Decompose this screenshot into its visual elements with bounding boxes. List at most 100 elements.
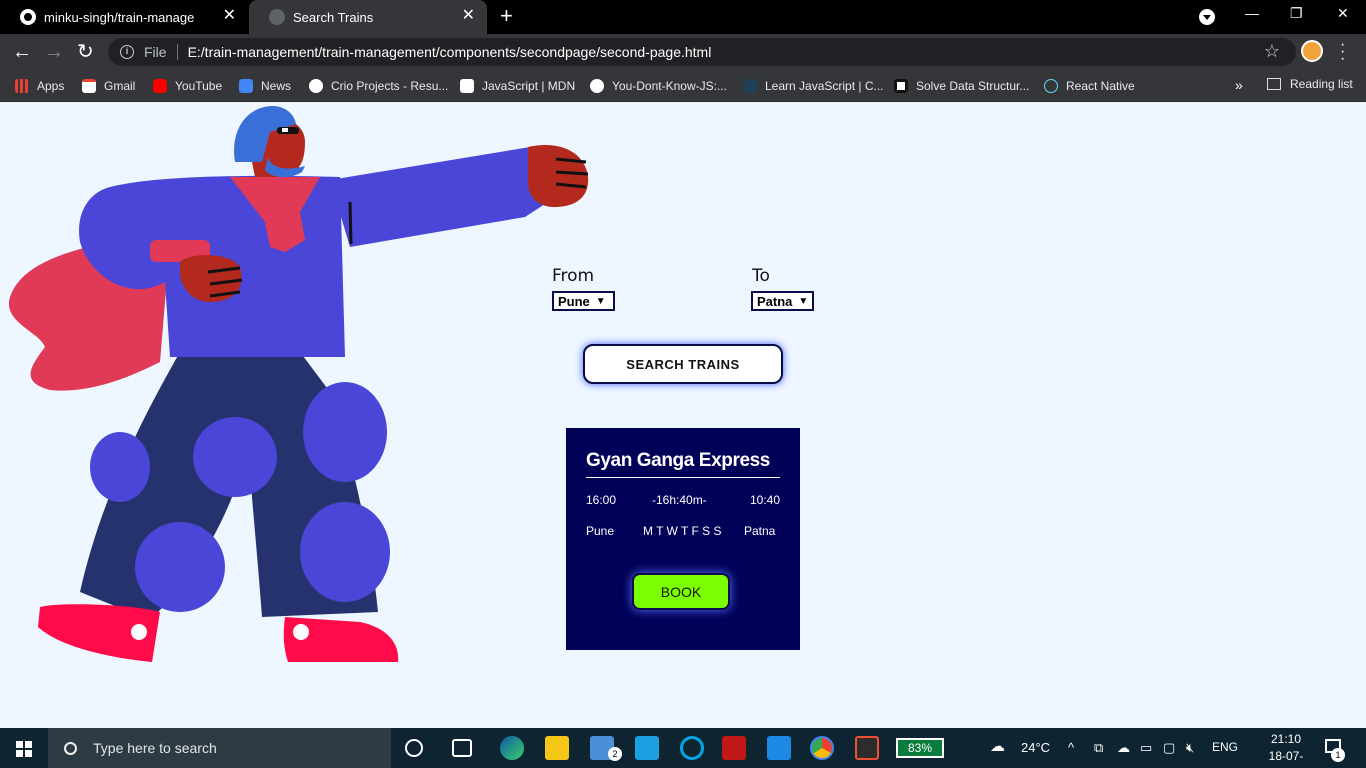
reload-icon[interactable]: ↻ — [77, 40, 94, 64]
battery-indicator[interactable]: 83% — [896, 738, 944, 758]
close-tab-icon[interactable]: ✕ — [223, 8, 236, 24]
book-button[interactable]: BOOK — [632, 573, 730, 610]
reading-list-button[interactable]: Reading list — [1267, 77, 1353, 91]
window-close-icon[interactable]: ✕ — [1337, 5, 1349, 22]
bookmark-label: Solve Data Structur... — [916, 79, 1030, 93]
bookmark-label: You-Dont-Know-JS:... — [612, 79, 727, 93]
menu-icon[interactable]: · · · — [1340, 37, 1346, 67]
mcafee-icon[interactable] — [722, 736, 746, 760]
journey-duration: -16h:40m- — [652, 493, 707, 507]
url-separator — [176, 44, 178, 60]
bookmark-ydkjs[interactable]: You-Dont-Know-JS:... — [590, 77, 727, 95]
language-indicator[interactable]: ENG — [1212, 740, 1238, 754]
bookmark-gmail[interactable]: Gmail — [82, 77, 135, 95]
volume-muted-icon[interactable]: 🔇︎ — [1186, 740, 1194, 756]
destination-station: Patna — [744, 524, 776, 538]
to-select-value: Patna — [757, 293, 793, 309]
chrome-icon[interactable] — [810, 736, 834, 760]
onedrive-icon[interactable]: ☁ — [1117, 740, 1130, 756]
vscode-icon[interactable] — [767, 736, 791, 760]
tab-label: minku-singh/train-management — [44, 9, 194, 25]
crio-icon — [309, 79, 323, 93]
tab-strip: minku-singh/train-management ✕ Search Tr… — [0, 0, 1366, 34]
battery-tray-icon[interactable]: ▭ — [1140, 740, 1152, 756]
reading-list-label: Reading list — [1290, 77, 1353, 91]
news-icon — [239, 79, 253, 93]
chevron-down-icon: ▼ — [798, 295, 809, 307]
bookmarks-overflow-icon[interactable]: » — [1235, 77, 1243, 93]
bookmark-label: Gmail — [104, 79, 136, 93]
restore-icon[interactable]: ❐ — [1290, 5, 1303, 22]
train-result-card: Gyan Ganga Express 16:00 -16h:40m- 10:40… — [566, 428, 800, 650]
search-icon — [64, 741, 77, 755]
windows-taskbar: Type here to search 2 83% ☁ 24°C ^ ⧉ ☁ ▭… — [0, 728, 1366, 768]
git-icon[interactable] — [855, 736, 879, 760]
weather-temperature[interactable]: 24°C — [1021, 740, 1050, 755]
page-content: From Pune ▼ To Patna ▼ SEARCH TRAINS Gya… — [0, 102, 1366, 728]
github-icon — [20, 9, 36, 25]
codecademy-icon — [743, 79, 757, 93]
from-select-value: Pune — [558, 293, 590, 309]
react-icon — [1044, 79, 1058, 93]
new-tab-icon[interactable]: + — [500, 5, 513, 27]
close-tab-icon[interactable]: ✕ — [462, 8, 475, 24]
bookmark-label: React Native — [1066, 79, 1135, 93]
tab-search-dropdown-icon[interactable] — [1199, 9, 1215, 25]
lens-app-icon[interactable] — [635, 736, 659, 760]
bookmark-label: Learn JavaScript | C... — [765, 79, 884, 93]
from-select[interactable]: Pune ▼ — [552, 291, 615, 311]
notification-count: 1 — [1331, 748, 1345, 762]
network-icon[interactable]: ▢ — [1163, 740, 1175, 756]
cortana-icon[interactable] — [405, 739, 423, 757]
alexa-icon[interactable] — [680, 736, 704, 760]
superhero-illustration — [8, 106, 589, 662]
to-select[interactable]: Patna ▼ — [751, 291, 814, 311]
bookmark-youtube[interactable]: YouTube — [153, 77, 222, 95]
bookmark-learn-js[interactable]: Learn JavaScript | C... — [743, 77, 884, 95]
hackerrank-icon — [894, 79, 908, 93]
bookmark-label: YouTube — [175, 79, 223, 93]
edge-icon[interactable] — [500, 736, 524, 760]
source-station: Pune — [586, 524, 615, 538]
tab-label: Search Trains — [293, 9, 374, 25]
file-explorer-icon[interactable] — [545, 736, 569, 760]
tab-github[interactable]: minku-singh/train-management ✕ — [0, 0, 248, 34]
chevron-up-icon[interactable]: ^ — [1068, 740, 1074, 755]
bookmark-label: News — [261, 79, 292, 93]
minimize-icon[interactable]: — — [1245, 5, 1259, 21]
bookmark-mdn[interactable]: JavaScript | MDN — [460, 77, 575, 95]
profile-avatar[interactable] — [1301, 40, 1323, 62]
meet-now-icon[interactable]: ⧉ — [1094, 740, 1103, 756]
url-scheme: File — [144, 44, 167, 60]
github-icon — [590, 79, 604, 93]
browser-toolbar: ← → ↻ i File E:/train-management/train-m… — [0, 34, 1366, 70]
url-text[interactable]: E:/train-management/train-management/com… — [188, 44, 712, 60]
info-icon[interactable]: i — [120, 45, 134, 59]
system-clock[interactable]: 21:10 18-07-2021 — [1256, 731, 1316, 768]
clock-date: 18-07-2021 — [1268, 749, 1304, 768]
from-label: From — [552, 266, 595, 286]
forward-icon[interactable]: → — [44, 40, 64, 64]
bookmark-label: Apps — [37, 79, 65, 93]
train-name: Gyan Ganga Express — [586, 450, 770, 471]
mdn-icon — [460, 79, 474, 93]
tab-search-trains[interactable]: Search Trains ✕ — [249, 0, 487, 34]
bookmark-crio[interactable]: Crio Projects - Resu... — [309, 77, 448, 95]
weather-cloud-icon[interactable]: ☁ — [990, 737, 1005, 755]
bookmark-hackerrank[interactable]: Solve Data Structur... — [894, 77, 1029, 95]
taskbar-search[interactable]: Type here to search — [48, 728, 391, 768]
taskbar-search-placeholder: Type here to search — [93, 740, 217, 756]
bookmark-react-native[interactable]: React Native — [1044, 77, 1135, 95]
mail-badge: 2 — [608, 747, 622, 761]
bookmark-news[interactable]: News — [239, 77, 291, 95]
bookmark-star-icon[interactable]: ☆ — [1264, 41, 1280, 62]
bookmark-apps[interactable]: Apps — [15, 77, 64, 95]
bookmark-label: Crio Projects - Resu... — [331, 79, 449, 93]
arrival-time: 10:40 — [750, 493, 781, 507]
search-trains-button[interactable]: SEARCH TRAINS — [583, 344, 783, 384]
back-icon[interactable]: ← — [12, 40, 32, 64]
task-view-icon[interactable] — [452, 739, 472, 757]
windows-start-icon[interactable] — [16, 741, 32, 757]
address-bar[interactable]: i File E:/train-management/train-managem… — [108, 38, 1296, 66]
apps-grid-icon — [15, 79, 29, 93]
